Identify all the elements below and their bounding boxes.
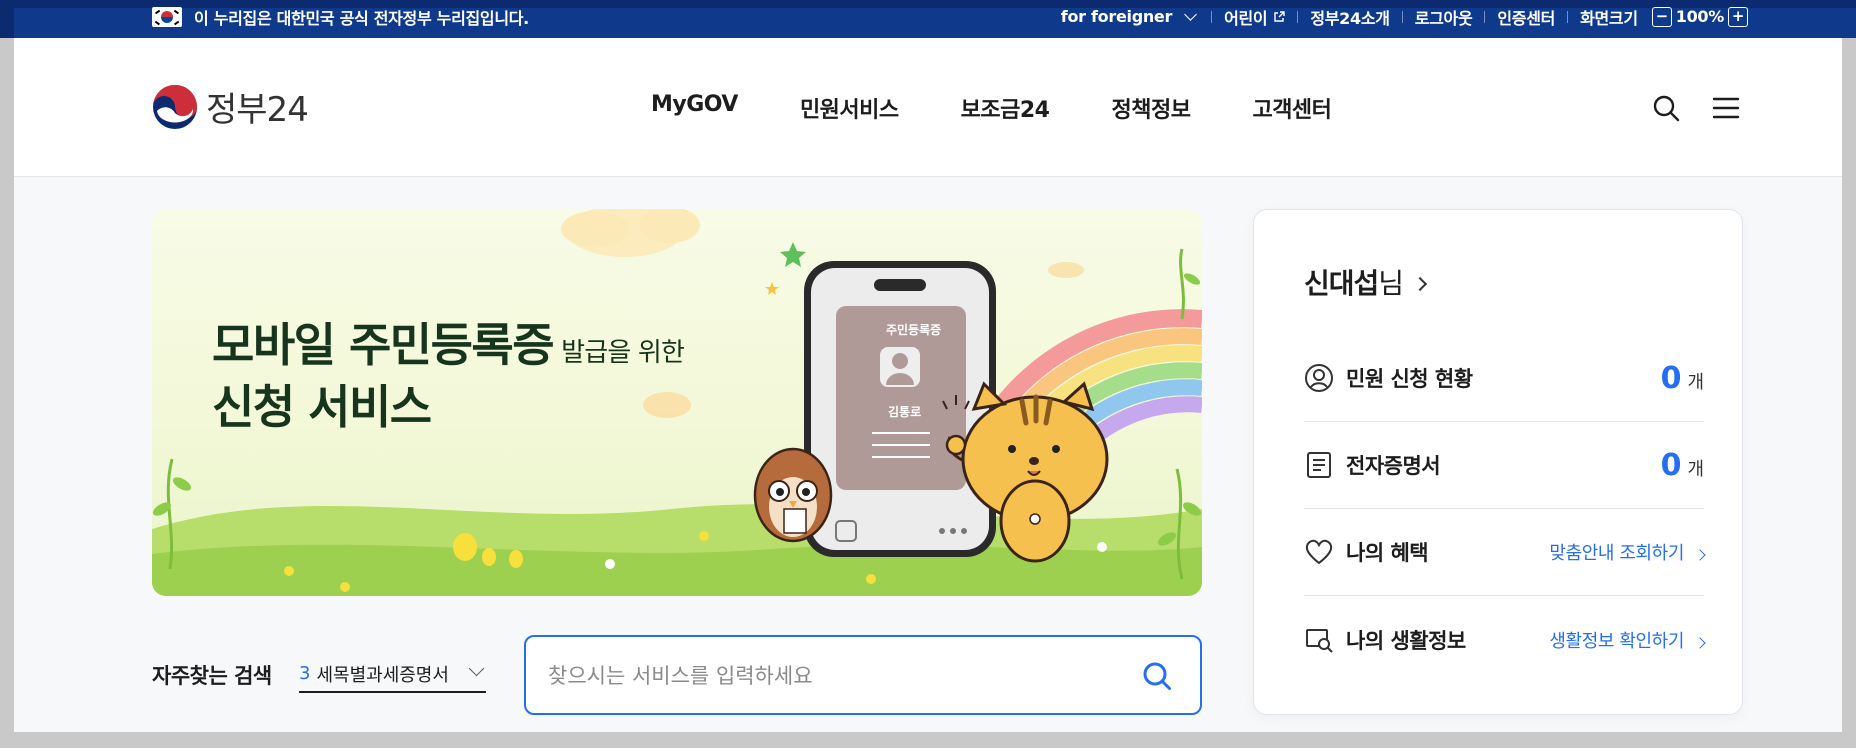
kids-link[interactable]: 어린이 (1224, 5, 1268, 29)
chevron-right-icon (1412, 276, 1428, 292)
main-nav: MyGOV 민원서비스 보조금24 정책정보 고객센터 (651, 92, 1393, 124)
site-logo[interactable]: 정부24 (152, 82, 309, 131)
banner-title-main: 모바일 주민등록증 (212, 318, 555, 372)
search-box (524, 635, 1202, 715)
user-circle-icon (1305, 364, 1333, 392)
external-link-icon (1274, 10, 1286, 22)
nav-item-subsidy24[interactable]: 보조금24 (961, 92, 1050, 124)
search-icon[interactable] (1650, 92, 1682, 124)
promo-banner[interactable]: 주민등록증 김통로 모바일 주민등록증 발급을 위한 신청 서비스 (152, 209, 1202, 596)
nav-item-policy-info[interactable]: 정책정보 (1111, 92, 1190, 124)
search-icon[interactable] (1140, 659, 1174, 693)
my-benefits-row[interactable]: 나의 혜택 맞춤안내 조회하기 (1304, 509, 1706, 596)
banner-title-line1: 모바일 주민등록증 발급을 위한 (212, 309, 685, 375)
frequent-search-select[interactable]: 3 세목별과세증명서 (299, 656, 486, 693)
gov-banner-text: 이 누리집은 대한민국 공식 전자정부 누리집입니다. (194, 8, 529, 28)
zoom-level: 100% (1675, 7, 1725, 26)
heart-icon (1305, 539, 1333, 565)
for-foreigner-link[interactable]: for foreigner (1061, 7, 1173, 26)
zoom-out-button[interactable]: − (1651, 6, 1672, 27)
gov-banner-inner: 이 누리집은 대한민국 공식 전자정부 누리집입니다. for foreigne… (152, 0, 1752, 33)
logout-link[interactable]: 로그아웃 (1415, 5, 1473, 29)
row-count: 0 (1660, 360, 1682, 396)
divider (1211, 10, 1213, 23)
row-label: 민원 신청 현황 (1346, 367, 1473, 391)
divider (1484, 10, 1486, 23)
cert-center-link[interactable]: 인증센터 (1497, 5, 1555, 29)
user-name: 신대섭 (1304, 267, 1379, 300)
screen-size-label: 화면크기 (1580, 8, 1638, 28)
chevron-down-icon[interactable] (1184, 8, 1197, 21)
nav-item-civil-service[interactable]: 민원서비스 (800, 92, 899, 124)
row-label: 전자증명서 (1346, 454, 1441, 478)
divider (1297, 10, 1299, 23)
my-life-info-row[interactable]: 나의 생활정보 생활정보 확인하기 (1304, 596, 1706, 683)
banner-title-line2: 신청 서비스 (212, 380, 432, 434)
chevron-down-icon[interactable] (468, 660, 485, 677)
id-card-name: 김통로 (888, 405, 922, 419)
user-panel: 신대섭님 민원 신청 현황 0 개 전자증명서 0 개 나의 혜택 맞춤안내 조… (1253, 209, 1743, 715)
nav-item-mygov[interactable]: MyGOV (651, 92, 738, 124)
civil-application-status-row[interactable]: 민원 신청 현황 0 개 (1304, 335, 1704, 422)
zoom-in-button[interactable]: + (1728, 6, 1748, 27)
life-info-link[interactable]: 생활정보 확인하기 (1549, 627, 1684, 653)
frequent-search-label: 자주찾는 검색 (152, 664, 272, 688)
banner-title-sub: 발급을 위한 (561, 338, 685, 368)
gov-official-banner: 이 누리집은 대한민국 공식 전자정부 누리집입니다. for foreigne… (0, 0, 1856, 38)
search-input[interactable] (548, 659, 1108, 693)
divider (1567, 10, 1569, 23)
divider (1401, 10, 1403, 23)
row-unit: 개 (1687, 371, 1704, 393)
page-content: 정부24 MyGOV 민원서비스 보조금24 정책정보 고객센터 주민등록증 김… (14, 38, 1842, 732)
id-card-title: 주민등록증 (886, 323, 942, 337)
gov-emblem-icon (153, 84, 197, 129)
user-suffix: 님 (1378, 267, 1404, 300)
row-label: 나의 생활정보 (1346, 628, 1466, 653)
user-greeting[interactable]: 신대섭님 (1304, 262, 1428, 302)
utility-links: for foreigner 어린이 정부24소개 로그아웃 인증센터 화면크기 … (1061, 5, 1752, 29)
logo-text: 정부24 (206, 90, 309, 130)
document-icon (1307, 452, 1331, 478)
e-certificate-row[interactable]: 전자증명서 0 개 (1304, 422, 1704, 509)
frequent-term: 세목별과세증명서 (316, 664, 449, 686)
chevron-right-icon (1694, 636, 1706, 649)
korean-flag-icon (152, 6, 182, 27)
site-header: 정부24 MyGOV 민원서비스 보조금24 정책정보 고객센터 (14, 38, 1842, 177)
row-unit: 개 (1687, 458, 1704, 480)
row-count: 0 (1660, 447, 1682, 483)
chevron-right-icon (1694, 549, 1706, 561)
custom-guide-link[interactable]: 맞춤안내 조회하기 (1549, 539, 1684, 565)
nav-item-customer-center[interactable]: 고객센터 (1252, 92, 1331, 124)
life-info-icon (1306, 628, 1333, 653)
about-gov24-link[interactable]: 정부24소개 (1310, 5, 1390, 29)
menu-icon[interactable] (1710, 92, 1742, 124)
frequent-rank: 3 (299, 663, 311, 684)
row-label: 나의 혜택 (1346, 541, 1429, 565)
header-actions (1622, 92, 1742, 124)
